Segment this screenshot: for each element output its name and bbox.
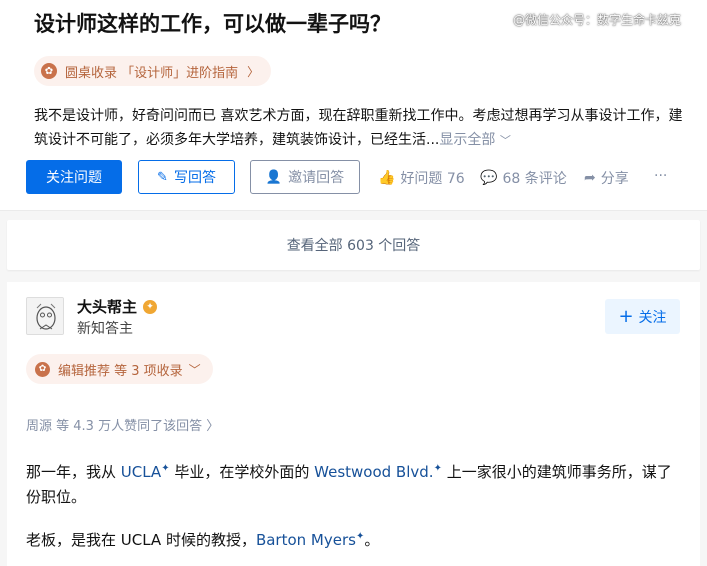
roundtable-icon: ✿: [41, 63, 57, 79]
thumb-up-icon: 👍: [378, 170, 396, 186]
plus-icon: +: [618, 306, 634, 327]
follow-author-label: 关注: [638, 309, 667, 326]
answer-card: 大头帮主 ✦ 新知答主 + 关注 ✿ 编辑推荐 等 3 项收录 ﹀ 周源 等 4.…: [7, 282, 700, 566]
chevron-right-icon: 〉: [247, 64, 260, 79]
link-star-icon: ✦: [161, 463, 170, 474]
avatar[interactable]: [26, 297, 64, 335]
ucla-link[interactable]: UCLA: [121, 463, 161, 481]
comments-button[interactable]: 💬 68 条评论: [480, 168, 567, 188]
answer-paragraph-2: 老板，是我在 UCLA 时候的教授，Barton Myers✦。: [26, 531, 380, 549]
question-description[interactable]: 我不是设计师，好奇问问而已 喜欢艺术方面，现在辞职重新找工作中。考虑过想再学习从…: [34, 104, 684, 153]
barton-myers-link[interactable]: Barton Myers: [256, 531, 356, 549]
comments-label: 68 条评论: [502, 171, 567, 187]
view-all-answers-button[interactable]: 查看全部 603 个回答: [7, 220, 700, 270]
recommend-icon: ✿: [35, 361, 50, 377]
votes-line[interactable]: 周源 等 4.3 万人赞同了该回答 〉: [26, 415, 219, 434]
link-star-icon: ✦: [433, 463, 442, 474]
answer-paragraph-1: 那一年，我从 UCLA✦ 毕业，在学校外面的 Westwood Blvd.✦ 上…: [26, 463, 672, 506]
question-title[interactable]: 设计师这样的工作，可以做一辈子吗？: [34, 8, 391, 38]
chevron-down-icon: ﹀: [188, 362, 201, 377]
more-button[interactable]: ···: [654, 168, 667, 184]
description-text: 我不是设计师，好奇问问而已 喜欢艺术方面，现在辞职重新找工作中。考虑过想再学习从…: [34, 108, 683, 148]
follow-question-button[interactable]: 关注问题: [26, 160, 122, 194]
author-name[interactable]: 大头帮主 ✦: [77, 296, 158, 317]
write-answer-button[interactable]: ✎ 写回答: [138, 160, 235, 194]
westwood-link[interactable]: Westwood Blvd.: [314, 463, 433, 481]
comment-icon: 💬: [480, 170, 498, 186]
pencil-icon: ✎: [157, 169, 168, 185]
author-name-text: 大头帮主: [77, 298, 138, 316]
chevron-down-icon: ﹀: [499, 134, 511, 147]
follow-author-button[interactable]: + 关注: [605, 299, 680, 334]
share-button[interactable]: ➦ 分享: [584, 168, 629, 188]
editor-recommend-pill[interactable]: ✿ 编辑推荐 等 3 项收录 ﹀: [26, 354, 213, 384]
write-label: 写回答: [173, 170, 216, 186]
share-icon: ➦: [584, 170, 596, 186]
invite-answer-button[interactable]: 👤 邀请回答: [250, 160, 360, 194]
invite-label: 邀请回答: [288, 170, 345, 186]
good-question-button[interactable]: 👍 好问题 76: [378, 168, 465, 188]
show-all-link[interactable]: 显示全部 ﹀: [439, 132, 510, 148]
badge-icon: ✦: [143, 299, 158, 314]
good-question-label: 好问题 76: [400, 171, 465, 187]
author-bio: 新知答主: [77, 321, 133, 337]
question-header: 设计师这样的工作，可以做一辈子吗？ @微信公众号：数字生命卡兹克 ✿ 圆桌收录 …: [0, 0, 707, 211]
invite-user-icon: 👤: [265, 169, 283, 185]
collection-label: 圆桌收录 「设计师」进阶指南: [65, 65, 239, 81]
editor-pill-label: 编辑推荐 等 3 项收录: [58, 363, 183, 379]
watermark: @微信公众号：数字生命卡兹克: [513, 13, 682, 27]
share-label: 分享: [600, 171, 629, 187]
roundtable-collection-pill[interactable]: ✿ 圆桌收录 「设计师」进阶指南 〉: [34, 56, 272, 86]
